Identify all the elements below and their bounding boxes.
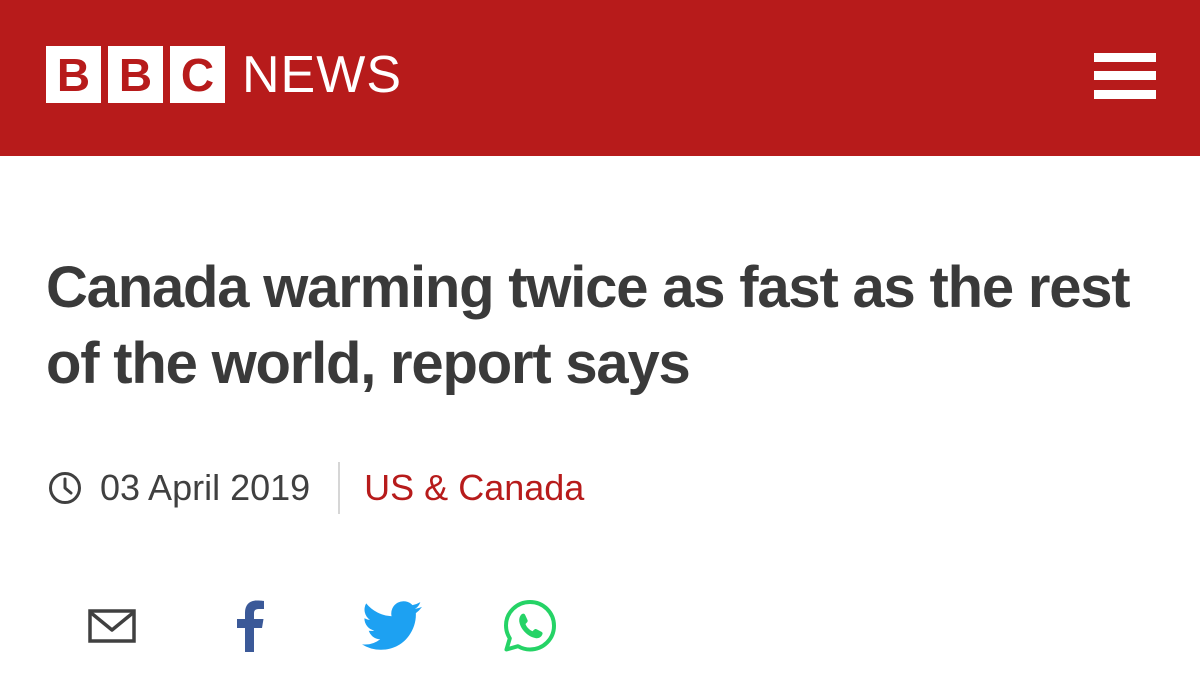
- facebook-icon: [237, 600, 264, 652]
- share-facebook-button[interactable]: [230, 596, 270, 656]
- article-date: 03 April 2019: [100, 467, 311, 508]
- meta-divider: [338, 462, 341, 514]
- section-link-us-canada[interactable]: US & Canada: [364, 470, 584, 506]
- bbc-news-logo[interactable]: B B C NEWS: [46, 46, 402, 103]
- logo-letter-b1: B: [46, 46, 101, 103]
- twitter-icon: [362, 601, 422, 650]
- email-icon: [88, 609, 136, 643]
- logo-letter-b2: B: [108, 46, 163, 103]
- article-meta: 03 April 2019 US & Canada: [48, 462, 584, 514]
- article-headline: Canada warming twice as fast as the rest…: [46, 255, 1131, 396]
- whatsapp-icon: [504, 600, 556, 652]
- share-twitter-button[interactable]: [360, 596, 424, 656]
- logo-word-news: NEWS: [242, 45, 402, 104]
- logo-letter-c: C: [170, 46, 225, 103]
- clock-icon: [49, 472, 81, 504]
- site-header: B B C NEWS: [0, 0, 1200, 156]
- share-whatsapp-button[interactable]: [500, 596, 560, 656]
- menu-button[interactable]: [1094, 53, 1156, 99]
- share-email-button[interactable]: [86, 596, 138, 656]
